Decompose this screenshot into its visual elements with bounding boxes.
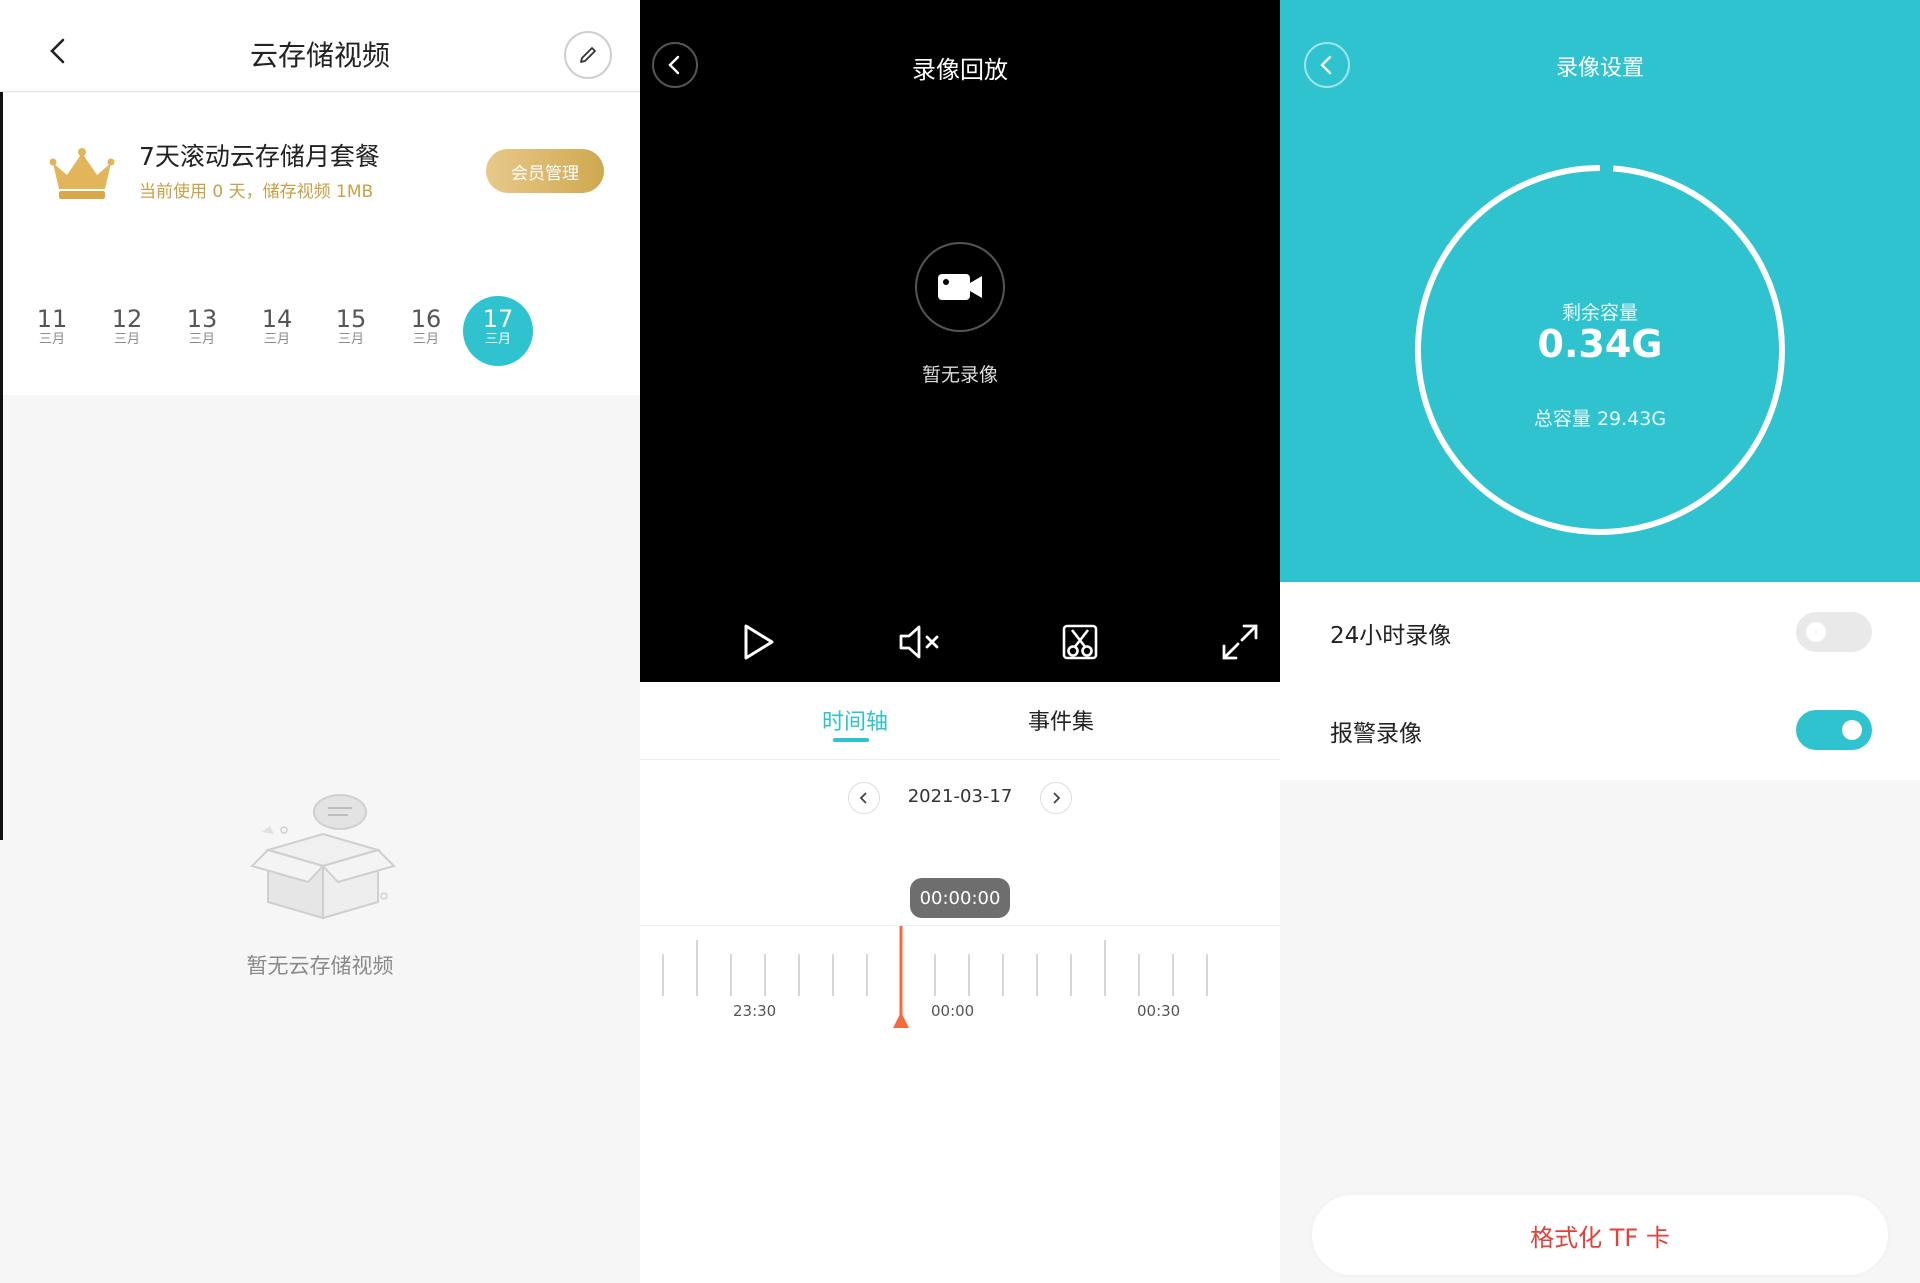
date-month: 三月 bbox=[38, 332, 65, 347]
app-root: 云存储视频 7天滚动云存储月套餐 当前使用 0 天，储存视频 1MB 会员管理 … bbox=[0, 0, 1920, 1283]
empty-state-text: 暂无云存储视频 bbox=[246, 954, 394, 978]
date-month: 三月 bbox=[188, 332, 215, 347]
playback-screen: 录像回放 暂无录像 时间轴 事件集 2021-03-17 00:00:00 23… bbox=[640, 0, 1280, 1283]
tab-timeline[interactable]: 时间轴 bbox=[822, 704, 888, 736]
member-management-button[interactable]: 会员管理 bbox=[486, 149, 604, 193]
play-icon bbox=[744, 624, 774, 660]
setting-24h-recording: 24小时录像 bbox=[1280, 582, 1920, 680]
date-day: 13 bbox=[186, 305, 218, 333]
date-day: 15 bbox=[335, 305, 367, 333]
date-navigator: 2021-03-17 bbox=[640, 782, 1280, 822]
date-item[interactable]: 11 三月 bbox=[17, 296, 87, 366]
chevron-right-icon bbox=[1053, 792, 1061, 804]
date-item[interactable]: 14 三月 bbox=[242, 296, 312, 366]
format-tf-card-button[interactable]: 格式化 TF 卡 bbox=[1312, 1195, 1888, 1275]
date-month: 三月 bbox=[263, 332, 290, 347]
playhead-marker[interactable] bbox=[893, 1012, 909, 1028]
date-strip: 11 三月 12 三月 13 三月 14 三月 15 三月 16 三月 17 三月 bbox=[3, 296, 640, 386]
no-recording-text: 暂无录像 bbox=[921, 364, 998, 386]
date-day: 14 bbox=[261, 305, 293, 333]
page-title: 云存储视频 bbox=[249, 39, 390, 72]
setting-label: 报警录像 bbox=[1330, 721, 1422, 747]
plan-usage: 当前使用 0 天，储存视频 1MB bbox=[139, 182, 374, 202]
setting-alarm-recording: 报警录像 bbox=[1280, 680, 1920, 778]
setting-label: 24小时录像 bbox=[1330, 623, 1452, 649]
date-item[interactable]: 17 三月 bbox=[463, 296, 533, 366]
timeline-ticks bbox=[662, 926, 1208, 1028]
plan-title: 7天滚动云存储月套餐 bbox=[139, 142, 380, 171]
current-time-badge: 00:00:00 bbox=[910, 878, 1010, 918]
mute-button[interactable] bbox=[896, 618, 944, 666]
fullscreen-button[interactable] bbox=[1216, 618, 1264, 666]
screenshot-scissors-icon bbox=[1062, 624, 1098, 660]
date-month: 三月 bbox=[113, 332, 140, 347]
current-date: 2021-03-17 bbox=[907, 786, 1013, 807]
mute-icon bbox=[899, 625, 939, 659]
storage-summary: 录像设置 剩余容量 0.34G 总容量 29.43G bbox=[1280, 0, 1920, 582]
playback-tabs: 时间轴 事件集 bbox=[640, 682, 1280, 760]
active-tab-indicator bbox=[833, 738, 869, 742]
date-item[interactable]: 12 三月 bbox=[92, 296, 162, 366]
remaining-capacity-value: 0.34G bbox=[1537, 322, 1663, 366]
date-item[interactable]: 15 三月 bbox=[316, 296, 386, 366]
toggle-knob bbox=[1806, 622, 1826, 642]
fullscreen-icon bbox=[1222, 624, 1258, 660]
timeline-label: 00:00 bbox=[931, 1002, 975, 1020]
page-title: 录像设置 bbox=[1555, 56, 1644, 81]
edit-button[interactable] bbox=[564, 31, 612, 79]
alarm-recording-toggle[interactable] bbox=[1796, 710, 1872, 750]
pencil-icon bbox=[580, 47, 596, 63]
date-month: 三月 bbox=[337, 332, 364, 347]
tab-events[interactable]: 事件集 bbox=[1028, 704, 1094, 736]
date-day: 11 bbox=[36, 305, 68, 333]
date-item[interactable]: 13 三月 bbox=[167, 296, 237, 366]
crown-icon bbox=[49, 148, 115, 199]
video-player[interactable]: 录像回放 暂无录像 bbox=[640, 0, 1280, 682]
play-button[interactable] bbox=[734, 618, 782, 666]
date-month: 三月 bbox=[412, 332, 439, 347]
settings-list: 24小时录像 报警录像 bbox=[1280, 582, 1920, 780]
date-day: 12 bbox=[111, 305, 143, 333]
timeline-scrubber[interactable]: 23:30 00:00 00:30 bbox=[640, 925, 1280, 1045]
page-title: 录像回放 bbox=[912, 56, 1008, 84]
date-day: 16 bbox=[410, 305, 442, 333]
cloud-storage-screen: 云存储视频 7天滚动云存储月套餐 当前使用 0 天，储存视频 1MB 会员管理 … bbox=[0, 0, 640, 1283]
next-day-button[interactable] bbox=[1040, 782, 1072, 814]
remaining-capacity-label: 剩余容量 bbox=[1561, 302, 1638, 324]
24h-recording-toggle[interactable] bbox=[1796, 612, 1872, 652]
video-camera-icon bbox=[938, 274, 982, 300]
empty-box-icon bbox=[250, 794, 396, 920]
total-capacity: 总容量 29.43G bbox=[1533, 408, 1667, 430]
no-recording-indicator bbox=[915, 242, 1005, 332]
date-item[interactable]: 16 三月 bbox=[391, 296, 461, 366]
cloud-header: 云存储视频 bbox=[0, 0, 640, 92]
date-day: 17 bbox=[482, 305, 514, 333]
date-month: 三月 bbox=[484, 332, 511, 347]
screenshot-button[interactable] bbox=[1056, 618, 1104, 666]
toggle-knob bbox=[1842, 720, 1862, 740]
timeline-label: 23:30 bbox=[733, 1002, 777, 1020]
recording-settings-screen: 录像设置 剩余容量 0.34G 总容量 29.43G 24小时录像 报警录像 格… bbox=[1280, 0, 1920, 1283]
timeline-label: 00:30 bbox=[1137, 1002, 1181, 1020]
